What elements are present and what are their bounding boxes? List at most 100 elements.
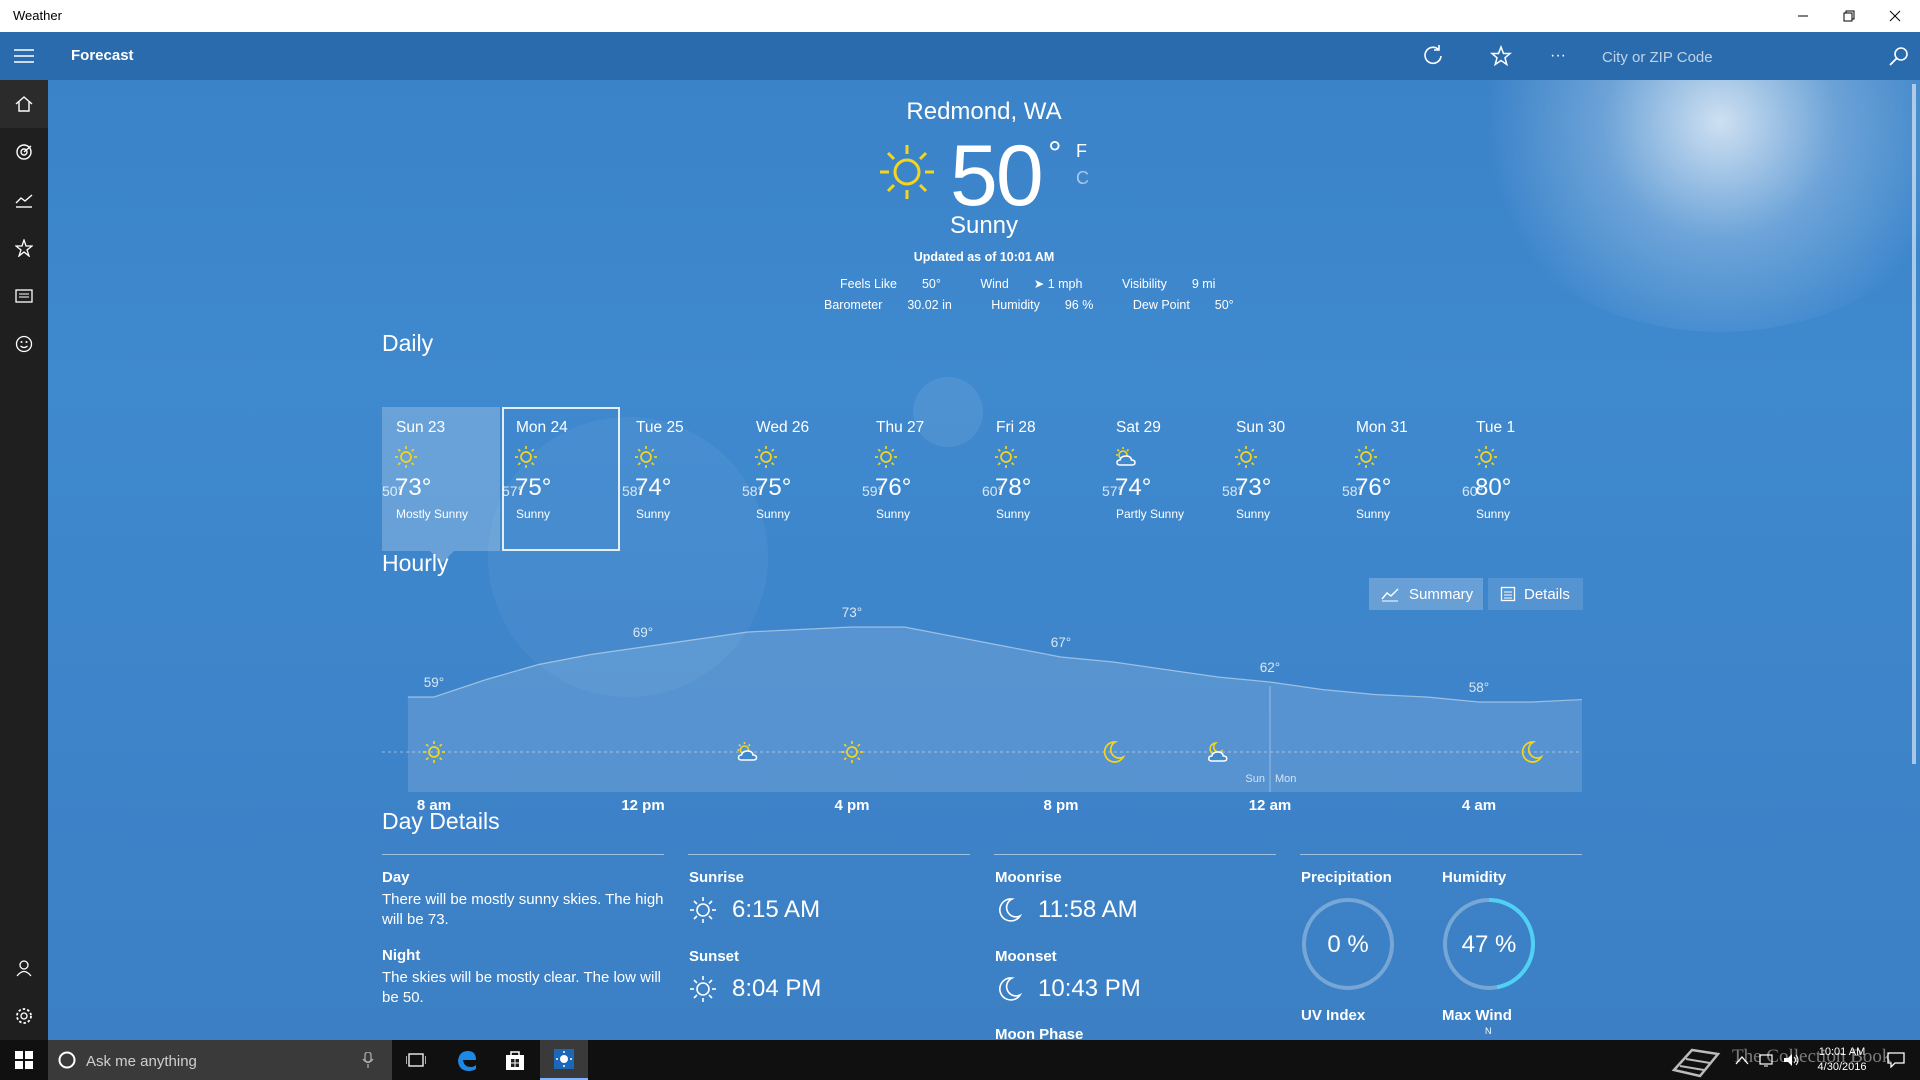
- stat-barometer: Barometer 30.02 in: [824, 298, 952, 312]
- humidity-label: Humidity: [1442, 869, 1507, 886]
- store-button[interactable]: [491, 1040, 539, 1080]
- weather-app-icon: [554, 1049, 574, 1069]
- action-center-button[interactable]: [1872, 1040, 1920, 1080]
- daily-day-3[interactable]: Tue 25 74° 58° Sunny: [622, 407, 740, 551]
- daily-day-6[interactable]: Fri 28 78° 60° Sunny: [982, 407, 1100, 551]
- day-condition: Mostly Sunny: [396, 507, 469, 521]
- city-search-input[interactable]: [1600, 42, 1874, 72]
- edge-icon: [458, 1051, 476, 1071]
- day-name: Fri 28: [996, 419, 1036, 436]
- sidebar: [0, 32, 48, 1040]
- refresh-button[interactable]: [1417, 40, 1449, 72]
- edge-button[interactable]: [443, 1040, 491, 1080]
- cortana-search: [48, 1040, 392, 1080]
- sidebar-item-forecast[interactable]: [0, 80, 48, 128]
- daily-day-7[interactable]: Sat 29 74° 57° Partly Sunny: [1102, 407, 1220, 551]
- cortana-icon: [58, 1051, 76, 1069]
- task-view-button[interactable]: [392, 1040, 440, 1080]
- daily-day-1[interactable]: Sun 23 73° 50° Mostly Sunny: [382, 407, 500, 563]
- cortana-search-input[interactable]: [84, 1050, 348, 1072]
- daily-day-9[interactable]: Mon 31 76° 58° Sunny: [1342, 407, 1460, 551]
- hourly-time-label: 8 am: [416, 797, 452, 814]
- day-condition: Sunny: [1236, 507, 1271, 521]
- sidebar-item-feedback[interactable]: [0, 320, 48, 368]
- sun-icon: [1355, 446, 1377, 468]
- sidebar-item-places[interactable]: [0, 224, 48, 272]
- moonset-time: 10:43 PM: [1038, 975, 1141, 1002]
- day-low: 58°: [622, 483, 644, 499]
- restore-icon: [1843, 10, 1855, 22]
- daily-day-10[interactable]: Tue 1 80° 60° Sunny: [1462, 407, 1580, 551]
- microphone-icon[interactable]: [362, 1052, 374, 1068]
- menu-icon: [14, 49, 34, 63]
- chart-icon: [15, 194, 33, 208]
- sun-icon: [515, 446, 537, 468]
- daily-day-4[interactable]: Wed 26 75° 58° Sunny: [742, 407, 860, 551]
- stat-visibility: Visibility 9 mi: [1121, 277, 1216, 291]
- network-icon[interactable]: [1759, 1053, 1777, 1067]
- close-button[interactable]: [1872, 0, 1918, 32]
- favorites-icon: [15, 239, 33, 257]
- day-name: Sun 30: [1236, 419, 1286, 436]
- refresh-icon: [1424, 45, 1442, 65]
- day-text: There will be mostly sunny skies. The hi…: [382, 891, 664, 928]
- day-label: Day: [382, 869, 410, 886]
- weather-app-button[interactable]: [540, 1040, 588, 1080]
- divider: [382, 854, 664, 855]
- daily-day-2[interactable]: Mon 24 75° 57° Sunny: [502, 407, 620, 551]
- radar-icon: [16, 144, 32, 160]
- scrollbar-thumb[interactable]: [1912, 84, 1916, 764]
- sidebar-item-maps[interactable]: [0, 128, 48, 176]
- search-button[interactable]: [1883, 40, 1915, 72]
- unit-celsius[interactable]: C: [1076, 168, 1089, 189]
- app-bar: Forecast ···: [48, 32, 1920, 80]
- account-icon: [16, 960, 32, 977]
- moonrise-time: 11:58 AM: [1038, 896, 1138, 923]
- store-icon: [506, 1051, 524, 1070]
- stat-wind: Wind ➤ 1 mph: [980, 277, 1083, 291]
- sidebar-item-news[interactable]: [0, 272, 48, 320]
- start-button[interactable]: [0, 1040, 48, 1080]
- hourly-heading: Hourly: [382, 550, 449, 576]
- clock-time: 10:01 AM: [1818, 1046, 1866, 1058]
- sun-icon: [755, 446, 777, 468]
- divider: [994, 854, 1276, 855]
- daily-day-5[interactable]: Thu 27 76° 59° Sunny: [862, 407, 980, 551]
- night-label: Night: [382, 947, 421, 964]
- hourly-temp-label: 62°: [1260, 660, 1280, 675]
- title-bar: Weather: [0, 0, 1920, 32]
- more-button[interactable]: ···: [1542, 40, 1574, 72]
- stat-dew-point: Dew Point 50°: [1132, 298, 1234, 312]
- volume-icon[interactable]: [1783, 1053, 1801, 1067]
- day-condition: Sunny: [516, 507, 551, 521]
- daily-day-8[interactable]: Sun 30 73° 58° Sunny: [1222, 407, 1340, 551]
- sidebar-item-settings[interactable]: [0, 992, 48, 1040]
- hourly-time-label: 4 am: [1461, 797, 1497, 814]
- stat-humidity: Humidity 96 %: [991, 298, 1094, 312]
- hourly-temp-label: 59°: [424, 675, 444, 690]
- sun-icon: [635, 446, 657, 468]
- precipitation-value: 0 %: [1327, 931, 1369, 958]
- stats-row-1: Feels Like 50° Wind ➤ 1 mph Visibility 9…: [840, 276, 1251, 291]
- sun-icon: [1475, 446, 1497, 468]
- clock[interactable]: 10:01 AM 4/30/2016: [1810, 1045, 1874, 1075]
- day-low: 60°: [982, 483, 1004, 499]
- notifications-icon: [1887, 1052, 1905, 1068]
- day-condition: Sunny: [996, 507, 1031, 521]
- chevron-up-icon[interactable]: [1735, 1055, 1749, 1065]
- minimize-icon: [1798, 15, 1808, 17]
- day-low: 58°: [1342, 483, 1364, 499]
- sun-icon: [880, 145, 934, 199]
- home-icon: [15, 96, 33, 112]
- restore-button[interactable]: [1826, 0, 1872, 32]
- minimize-button[interactable]: [1780, 0, 1826, 32]
- add-favorite-button[interactable]: [1485, 40, 1517, 72]
- hourly-temp-label: 69°: [633, 625, 653, 640]
- hamburger-button[interactable]: [0, 32, 48, 80]
- unit-fahrenheit[interactable]: F: [1076, 141, 1087, 162]
- task-view-icon: [406, 1053, 426, 1067]
- day-name: Mon 31: [1356, 419, 1408, 436]
- sidebar-item-historical[interactable]: [0, 176, 48, 224]
- sidebar-item-account[interactable]: [0, 944, 48, 992]
- day-low: 57°: [1102, 483, 1124, 499]
